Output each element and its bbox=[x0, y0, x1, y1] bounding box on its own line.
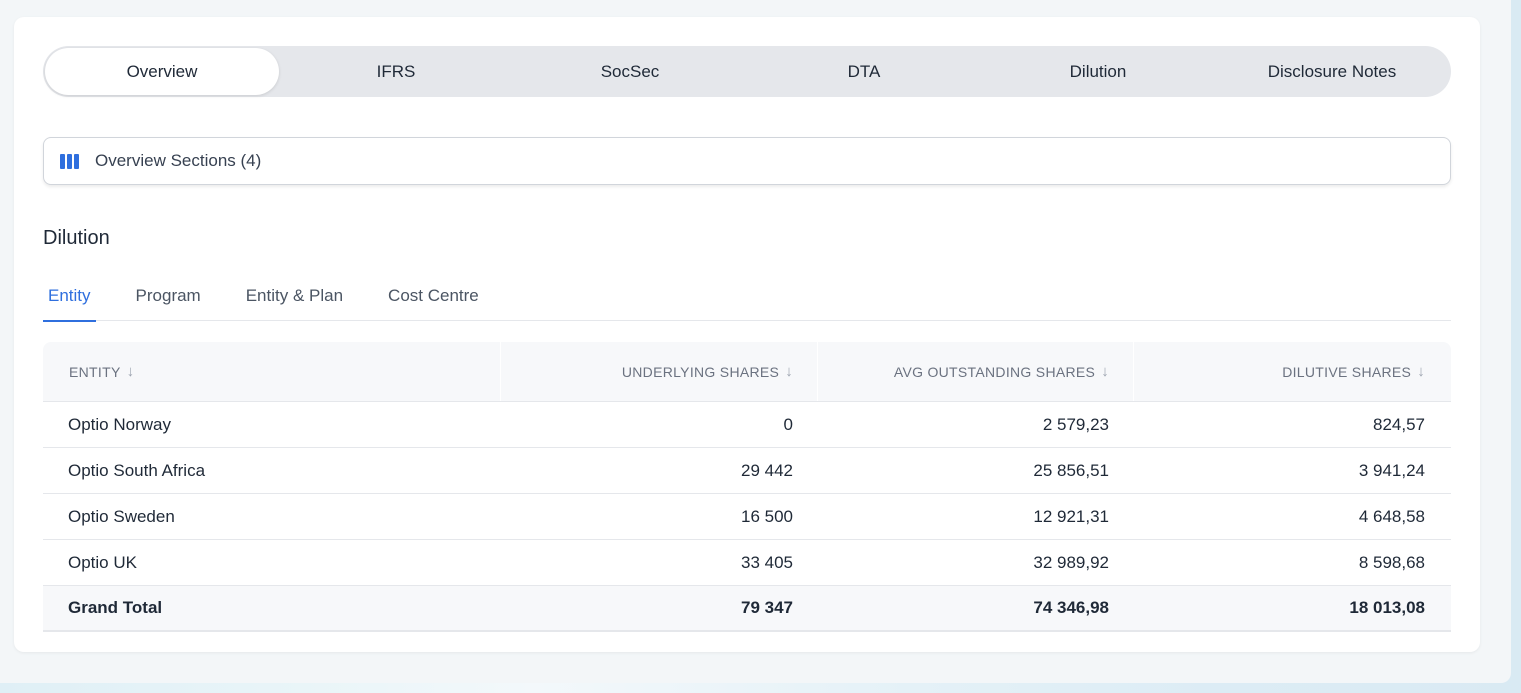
subtab-entity-plan[interactable]: Entity & Plan bbox=[241, 271, 348, 321]
column-header-label: DILUTIVE SHARES bbox=[1282, 363, 1412, 380]
cell-dilutive-shares: 8 598,68 bbox=[1358, 552, 1425, 572]
cell-underlying-shares: 16 500 bbox=[741, 506, 793, 526]
column-header-entity[interactable]: ENTITY ↓ bbox=[43, 342, 500, 401]
column-header-label: UNDERLYING SHARES bbox=[621, 363, 780, 380]
overview-sections-label: Overview Sections (4) bbox=[95, 151, 262, 170]
cell-dilutive-shares: 824,57 bbox=[1373, 414, 1425, 434]
cell-avg-outstanding-shares: 25 856,51 bbox=[1033, 460, 1109, 480]
subtab-entity[interactable]: Entity bbox=[43, 271, 96, 322]
report-card: Overview IFRS SocSec DTA Dilution Disclo… bbox=[14, 17, 1480, 652]
cell-total-dilutive-shares: 18 013,08 bbox=[1349, 598, 1425, 617]
columns-icon bbox=[60, 153, 79, 169]
sort-arrow-icon: ↓ bbox=[785, 363, 793, 380]
cell-underlying-shares: 0 bbox=[783, 414, 793, 434]
tab-dta[interactable]: DTA bbox=[747, 48, 981, 95]
subtab-cost-centre[interactable]: Cost Centre bbox=[383, 271, 484, 321]
cell-avg-outstanding-shares: 12 921,31 bbox=[1033, 506, 1109, 526]
cell-entity: Optio Norway bbox=[68, 414, 171, 434]
cell-avg-outstanding-shares: 2 579,23 bbox=[1042, 414, 1109, 434]
table-row: Optio Sweden 16 500 12 921,31 4 648,58 bbox=[43, 494, 1451, 540]
grand-total-row: Grand Total 79 347 74 346,98 18 013,08 bbox=[43, 586, 1451, 632]
cell-underlying-shares: 33 405 bbox=[741, 552, 793, 572]
tab-overview[interactable]: Overview bbox=[45, 48, 279, 95]
column-header-avg-outstanding-shares[interactable]: AVG OUTSTANDING SHARES ↓ bbox=[817, 342, 1133, 401]
table-row: Optio UK 33 405 32 989,92 8 598,68 bbox=[43, 540, 1451, 586]
column-header-underlying-shares[interactable]: UNDERLYING SHARES ↓ bbox=[500, 342, 817, 401]
cell-total-label: Grand Total bbox=[68, 598, 163, 617]
tab-ifrs[interactable]: IFRS bbox=[279, 48, 513, 95]
column-header-label: AVG OUTSTANDING SHARES bbox=[893, 363, 1096, 380]
cell-avg-outstanding-shares: 32 989,92 bbox=[1033, 552, 1109, 572]
subtab-program[interactable]: Program bbox=[131, 271, 206, 321]
report-tabs: Overview IFRS SocSec DTA Dilution Disclo… bbox=[43, 46, 1451, 97]
sort-arrow-icon: ↓ bbox=[1417, 363, 1425, 380]
dilution-subtabs: Entity Program Entity & Plan Cost Centre bbox=[43, 271, 1451, 322]
section-title: Dilution bbox=[43, 227, 110, 249]
cell-total-avg-outstanding-shares: 74 346,98 bbox=[1033, 598, 1109, 617]
cell-total-underlying-shares: 79 347 bbox=[741, 598, 793, 617]
cell-dilutive-shares: 3 941,24 bbox=[1358, 460, 1425, 480]
column-header-dilutive-shares[interactable]: DILUTIVE SHARES ↓ bbox=[1133, 342, 1451, 401]
sort-arrow-icon: ↓ bbox=[1101, 363, 1109, 380]
cell-entity: Optio South Africa bbox=[68, 460, 206, 480]
sort-arrow-icon: ↓ bbox=[126, 363, 135, 380]
table-row: Optio Norway 0 2 579,23 824,57 bbox=[43, 402, 1451, 448]
cell-entity: Optio Sweden bbox=[68, 506, 175, 526]
table-header: ENTITY ↓ UNDERLYING SHARES ↓ AVG OUTSTAN… bbox=[43, 342, 1451, 402]
column-header-label: ENTITY bbox=[69, 363, 121, 380]
cell-entity: Optio UK bbox=[68, 552, 137, 572]
tab-socsec[interactable]: SocSec bbox=[513, 48, 747, 95]
dilution-table: ENTITY ↓ UNDERLYING SHARES ↓ AVG OUTSTAN… bbox=[43, 342, 1451, 632]
cell-underlying-shares: 29 442 bbox=[741, 460, 793, 480]
tab-disclosure-notes[interactable]: Disclosure Notes bbox=[1215, 48, 1449, 95]
table-row: Optio South Africa 29 442 25 856,51 3 94… bbox=[43, 448, 1451, 494]
overview-sections-toggle[interactable]: Overview Sections (4) bbox=[43, 137, 1451, 185]
tab-dilution[interactable]: Dilution bbox=[981, 48, 1215, 95]
cell-dilutive-shares: 4 648,58 bbox=[1358, 506, 1425, 526]
